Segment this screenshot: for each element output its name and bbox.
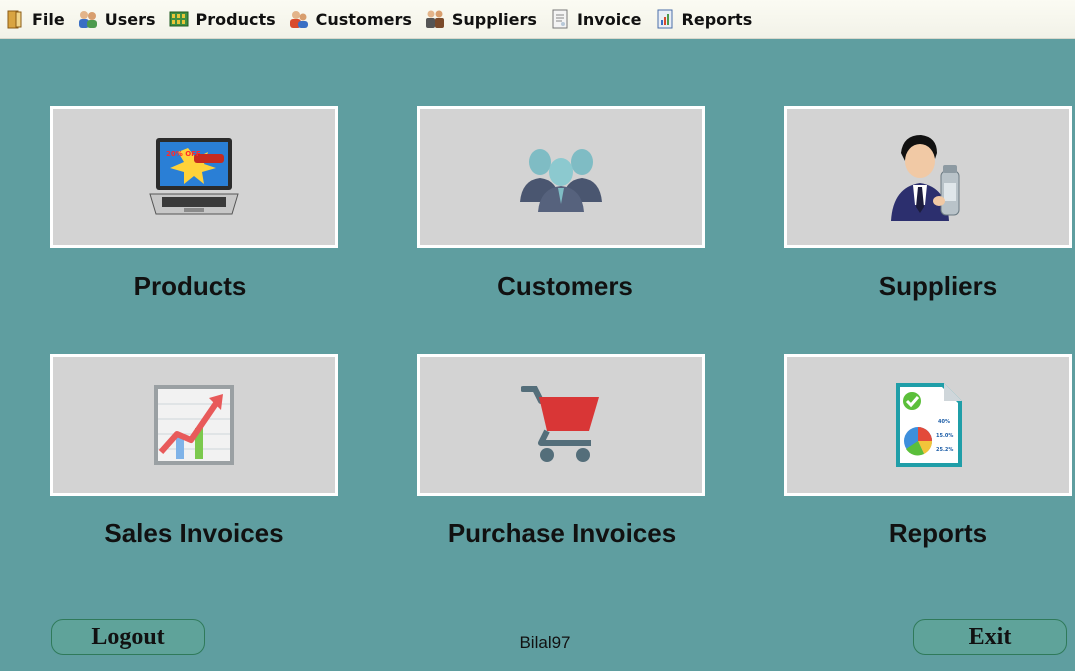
shopping-cart-icon <box>521 385 601 465</box>
reports-tile[interactable]: 40% 15.0% 25.2% <box>784 354 1072 496</box>
logout-button[interactable]: Logout <box>51 619 205 655</box>
report-document-icon: 40% 15.0% 25.2% <box>890 379 966 471</box>
report-value-3: 25.2% <box>936 447 953 453</box>
menu-users-label: Users <box>104 9 156 29</box>
sales-invoices-tile[interactable] <box>50 354 338 496</box>
purchase-invoices-tile-label: Purchase Invoices <box>447 518 677 548</box>
reports-tile-label: Reports <box>888 518 988 548</box>
menu-invoice-label: Invoice <box>576 9 642 29</box>
sales-invoices-tile-label: Sales Invoices <box>104 518 284 548</box>
menu-customers[interactable]: Customers <box>286 5 418 33</box>
menu-reports[interactable]: Reports <box>652 5 759 33</box>
suppliers-icon <box>424 8 446 30</box>
menu-products[interactable]: Products <box>166 5 282 33</box>
menu-suppliers-label: Suppliers <box>451 9 537 29</box>
products-tile[interactable]: 20% OFF <box>50 106 338 248</box>
suppliers-tile-label: Suppliers <box>878 271 998 301</box>
users-icon <box>77 8 99 30</box>
menu-file-label: File <box>32 9 65 29</box>
menu-suppliers[interactable]: Suppliers <box>422 5 543 33</box>
invoice-icon <box>549 8 571 30</box>
people-group-icon <box>516 142 606 212</box>
growth-chart-icon <box>151 382 237 468</box>
exit-button[interactable]: Exit <box>913 619 1067 655</box>
laptop-screen-text: 20% OFF <box>166 150 201 158</box>
laptop-icon: 20% OFF <box>148 134 240 220</box>
customers-tile[interactable] <box>417 106 705 248</box>
products-icon <box>168 8 190 30</box>
menu-invoice[interactable]: Invoice <box>547 5 648 33</box>
customers-icon <box>288 8 310 30</box>
menu-bar: File Users Products Customers Suppliers … <box>0 0 1075 39</box>
menu-file[interactable]: File <box>2 5 71 33</box>
file-book-icon <box>4 8 26 30</box>
report-value-2: 15.0% <box>936 433 953 439</box>
menu-customers-label: Customers <box>315 9 412 29</box>
username-label: Bilal97 <box>519 633 571 652</box>
report-value-1: 40% <box>938 419 950 425</box>
menu-users[interactable]: Users <box>75 5 162 33</box>
purchase-invoices-tile[interactable] <box>417 354 705 496</box>
businessman-icon <box>885 131 971 223</box>
products-tile-label: Products <box>133 271 247 301</box>
menu-products-label: Products <box>195 9 276 29</box>
suppliers-tile[interactable] <box>784 106 1072 248</box>
customers-tile-label: Customers <box>497 271 633 301</box>
menu-reports-label: Reports <box>681 9 753 29</box>
reports-icon <box>654 8 676 30</box>
